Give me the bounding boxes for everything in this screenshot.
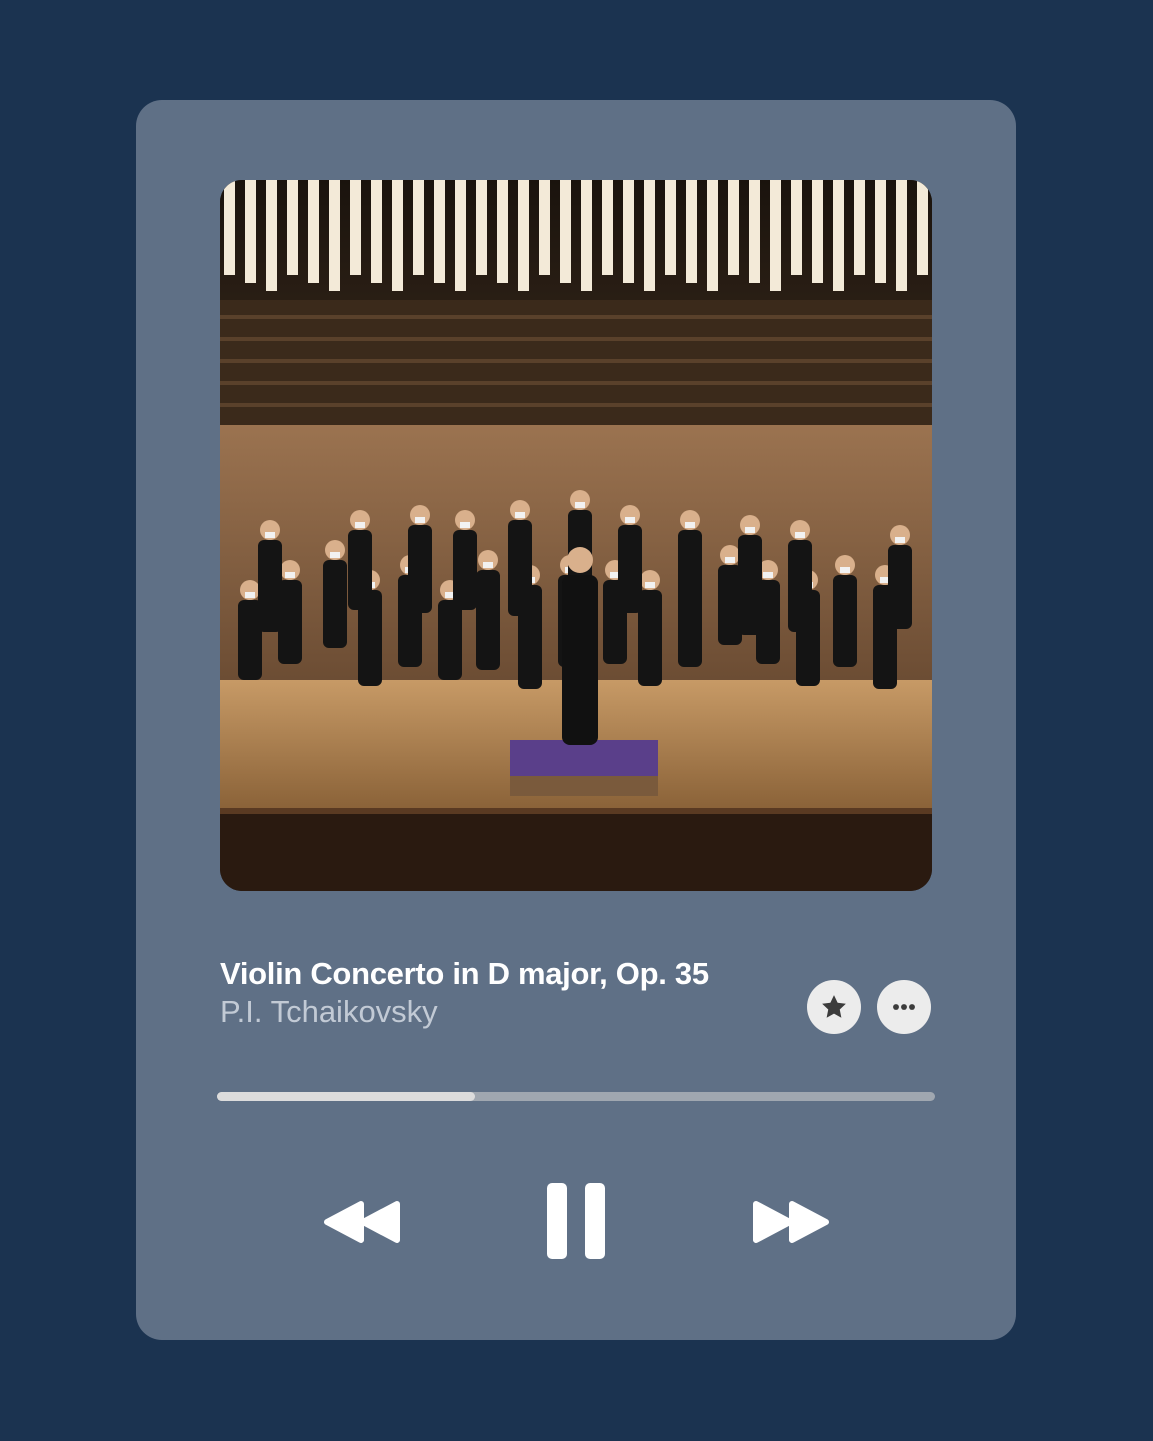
album-artwork — [220, 180, 932, 891]
track-title: Violin Concerto in D major, Op. 35 — [220, 956, 709, 991]
page: Violin Concerto in D major, Op. 35 P.I. … — [0, 0, 1153, 1441]
previous-button[interactable] — [321, 1194, 405, 1250]
pause-button[interactable] — [544, 1180, 608, 1262]
progress-bar[interactable] — [217, 1092, 935, 1101]
player-card: Violin Concerto in D major, Op. 35 P.I. … — [136, 100, 1016, 1340]
track-artist: P.I. Tchaikovsky — [220, 994, 438, 1029]
ellipsis-icon — [893, 1004, 915, 1010]
progress-fill — [217, 1092, 476, 1101]
more-options-button[interactable] — [877, 980, 931, 1034]
rewind-icon — [324, 1201, 400, 1243]
pause-icon — [547, 1183, 605, 1259]
next-button[interactable] — [748, 1194, 832, 1250]
orchestra-photo — [220, 180, 932, 891]
fast-forward-icon — [753, 1201, 829, 1243]
star-icon — [822, 995, 846, 1018]
favorite-button[interactable] — [807, 980, 861, 1034]
